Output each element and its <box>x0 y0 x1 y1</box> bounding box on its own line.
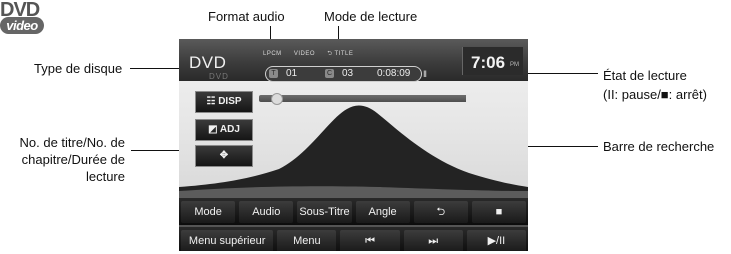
mode-button[interactable]: Mode <box>181 200 236 223</box>
callout-type-disque: Type de disque <box>34 61 123 76</box>
seek-end-marker <box>466 94 470 103</box>
control-row-2: Menu supérieur Menu ⏮ ⏭ ▶/II <box>179 227 528 251</box>
audio-button[interactable]: Audio <box>239 200 294 223</box>
video-tag: VIDEO <box>293 51 316 57</box>
disc-type-label: DVD <box>189 53 227 72</box>
angle-button[interactable]: Angle <box>355 200 410 223</box>
leader-line <box>130 68 182 69</box>
clock-ampm: PM <box>510 62 519 68</box>
callout-etat-lecture-1: État de lecture <box>603 68 687 83</box>
title-number: 01 <box>286 68 298 79</box>
audio-format-tag: LPCM <box>263 51 282 57</box>
chapter-number: 03 <box>342 68 354 79</box>
playback-mode-tag: ⮌ TITLE <box>327 51 354 57</box>
callout-etat-lecture-2: (II: pause/■: arrêt) <box>603 87 707 102</box>
callout-titre-chapitre-3: lecture <box>85 169 125 184</box>
disp-button[interactable]: ☷ DISP <box>195 91 253 113</box>
seek-bar[interactable] <box>259 95 469 102</box>
callout-barre-recherche: Barre de recherche <box>603 139 715 154</box>
disc-type-sublabel: DVD <box>209 72 229 81</box>
clock: 7:06 <box>471 53 506 72</box>
play-pause-button[interactable]: ▶/II <box>466 229 526 251</box>
callout-titre-chapitre-2: chapitre/Durée de <box>21 152 125 167</box>
menu-button[interactable]: Menu <box>277 229 337 251</box>
subtitle-button[interactable]: Sous-Titre <box>297 200 352 223</box>
chapter-chip: C <box>325 69 334 78</box>
title-chip: T <box>269 69 278 78</box>
adj-button[interactable]: ◩ ADJ <box>195 119 253 141</box>
control-row-1: Mode Audio Sous-Titre Angle ⮌ ■ <box>179 198 528 225</box>
move-button[interactable]: ✥ <box>195 145 253 167</box>
stop-button[interactable]: ■ <box>471 200 527 223</box>
playback-time: 0:08:09 <box>377 68 411 79</box>
repeat-button[interactable]: ⮌ <box>413 200 468 223</box>
callout-titre-chapitre-1: No. de titre/No. de <box>19 135 126 150</box>
callout-mode-lecture: Mode de lecture <box>324 9 418 24</box>
top-menu-button[interactable]: Menu supérieur <box>181 229 274 251</box>
format-tags: LPCM VIDEO ⮌ TITLE <box>263 49 363 59</box>
callout-format-audio: Format audio <box>208 9 285 24</box>
dvd-video-logo: video <box>0 17 44 34</box>
device-screen: DVD DVD LPCM VIDEO ⮌ TITLE 7:06 PM T 01 … <box>179 39 528 251</box>
playback-state-icon: II <box>423 69 427 79</box>
previous-button[interactable]: ⏮ <box>340 229 400 251</box>
next-button[interactable]: ⏭ <box>403 229 463 251</box>
seek-thumb[interactable] <box>271 93 283 105</box>
